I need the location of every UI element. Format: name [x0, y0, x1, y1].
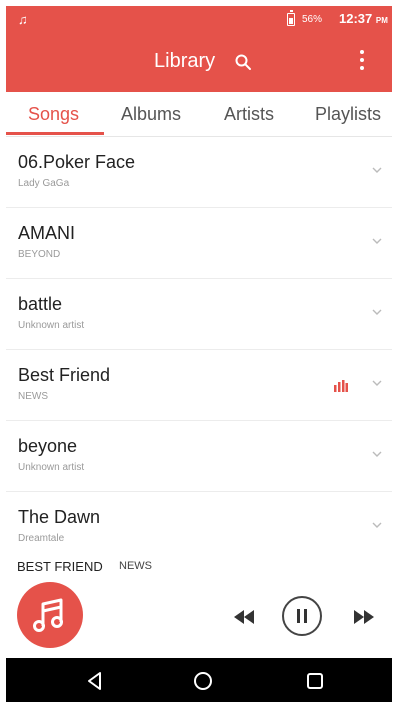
- song-title: Best Friend: [18, 365, 111, 385]
- chevron-down-icon[interactable]: [372, 165, 382, 175]
- chevron-down-icon[interactable]: [372, 236, 382, 246]
- active-tab-indicator: [6, 132, 104, 135]
- recents-icon[interactable]: [304, 670, 326, 692]
- play-pause-button[interactable]: [282, 596, 322, 636]
- clock-ampm: PM: [375, 16, 388, 25]
- song-title: battle: [18, 294, 63, 314]
- song-artist: Dreamtale: [18, 533, 65, 544]
- tab-artists[interactable]: Artists: [224, 104, 274, 125]
- more-vert-icon[interactable]: [358, 50, 366, 74]
- pause-icon: [297, 609, 307, 623]
- status-bar: ♫ 56% 12:37 PM: [6, 6, 392, 34]
- battery-icon: [287, 10, 295, 26]
- clock-time: 12:37: [339, 11, 373, 26]
- chevron-down-icon[interactable]: [372, 520, 382, 530]
- back-icon[interactable]: [84, 670, 106, 692]
- song-artist: BEYOND: [18, 249, 61, 260]
- song-artist: NEWS: [18, 391, 48, 402]
- list-item[interactable]: 06.Poker Face Lady GaGa: [6, 137, 392, 208]
- list-item[interactable]: AMANI BEYOND: [6, 208, 392, 279]
- list-item[interactable]: Best Friend NEWS: [6, 350, 392, 421]
- music-note-icon: ♫: [18, 12, 28, 27]
- page-title: Library: [154, 50, 216, 72]
- song-title: AMANI: [18, 223, 76, 243]
- next-icon[interactable]: [352, 610, 376, 624]
- chevron-down-icon[interactable]: [372, 449, 382, 459]
- now-playing-title: BEST FRIEND: [17, 559, 103, 574]
- chevron-down-icon[interactable]: [372, 378, 382, 388]
- song-title: 06.Poker Face: [18, 152, 136, 172]
- now-playing-artist: NEWS: [119, 560, 152, 572]
- list-item[interactable]: The Dawn Dreamtale: [6, 492, 392, 551]
- song-title: The Dawn: [18, 507, 101, 527]
- tab-songs[interactable]: Songs: [28, 104, 79, 125]
- album-art[interactable]: [17, 582, 83, 648]
- clock: 12:37 PM: [339, 11, 388, 26]
- app-header: ♫ 56% 12:37 PM Library: [6, 6, 392, 92]
- music-note-icon: [33, 598, 63, 632]
- library-tabs: Songs Albums Artists Playlists: [6, 92, 392, 137]
- system-nav-bar: [6, 658, 392, 702]
- tab-playlists[interactable]: Playlists: [315, 104, 381, 125]
- song-artist: Unknown artist: [18, 320, 85, 331]
- song-artist: Lady GaGa: [18, 178, 70, 189]
- search-icon[interactable]: [234, 53, 252, 71]
- app-screen: ♫ 56% 12:37 PM Library Songs Albums Arti…: [6, 6, 392, 702]
- song-title: beyone: [18, 436, 78, 456]
- song-artist: Unknown artist: [18, 462, 85, 473]
- previous-icon[interactable]: [232, 610, 256, 624]
- battery-percent: 56%: [302, 14, 323, 25]
- tab-albums[interactable]: Albums: [121, 104, 181, 125]
- home-icon[interactable]: [192, 670, 214, 692]
- equalizer-icon: [334, 380, 348, 392]
- chevron-down-icon[interactable]: [372, 307, 382, 317]
- song-list: 06.Poker Face Lady GaGa AMANI BEYOND bat…: [6, 137, 392, 551]
- list-item[interactable]: beyone Unknown artist: [6, 421, 392, 492]
- list-item[interactable]: battle Unknown artist: [6, 279, 392, 350]
